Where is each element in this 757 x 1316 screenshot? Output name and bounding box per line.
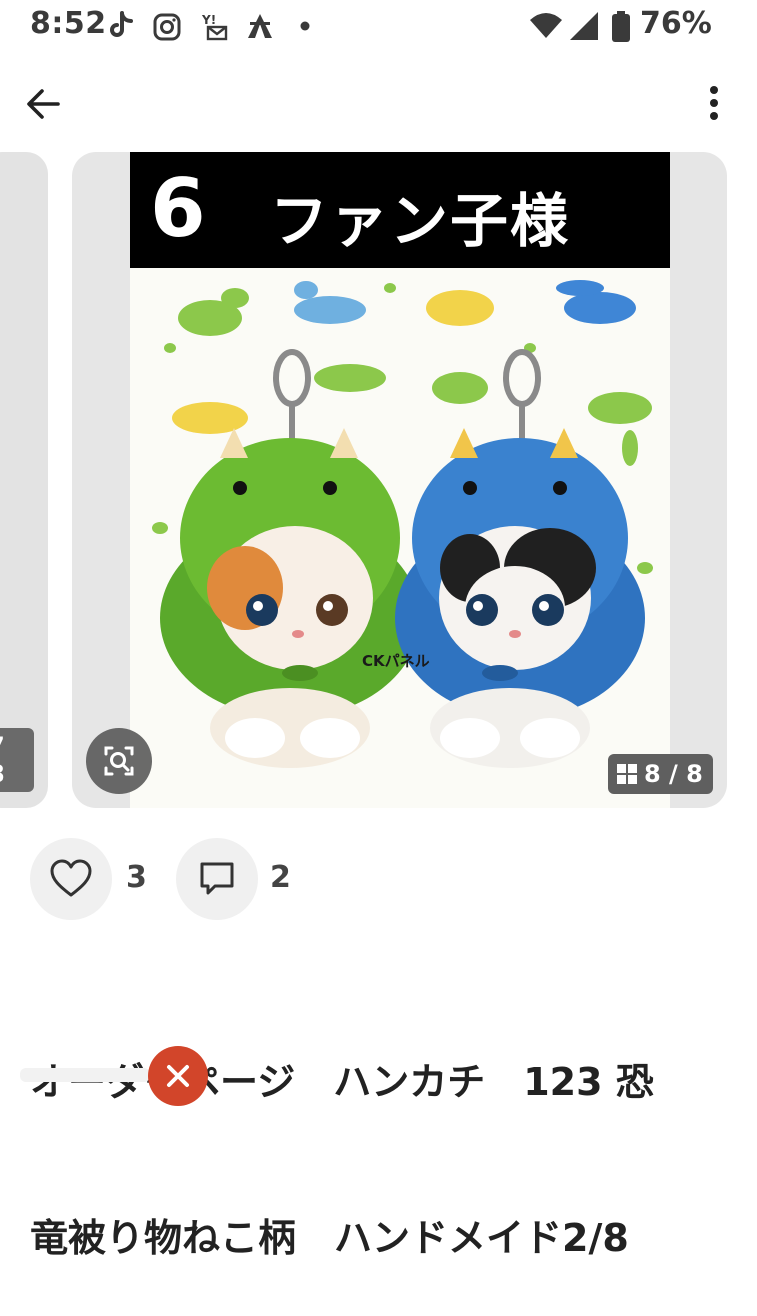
green-dino-kitten bbox=[160, 428, 420, 768]
top-app-bar bbox=[0, 70, 757, 134]
arrow-left-icon bbox=[27, 89, 60, 119]
battery-percent: 76% bbox=[640, 6, 712, 41]
grid-icon bbox=[617, 764, 637, 784]
image-heading: ファン子様 bbox=[270, 187, 571, 255]
comment-count: 2 bbox=[270, 860, 291, 895]
battery-icon bbox=[612, 11, 630, 42]
tiktok-icon bbox=[110, 11, 133, 37]
item-title: オーダーページ ハンカチ 123 恐 竜被り物ねこ柄 ハンドメイド2/8 bbox=[30, 952, 730, 1316]
yahoo-mail-icon: Y! bbox=[201, 13, 228, 41]
camp-icon bbox=[248, 14, 272, 38]
more-vert-icon bbox=[710, 86, 718, 120]
image-counter-badge: 8 / 8 bbox=[608, 754, 713, 794]
image-header-band: 6 ファン子様 bbox=[130, 152, 670, 268]
comment-button[interactable] bbox=[176, 838, 258, 920]
instagram-icon bbox=[153, 13, 181, 41]
kittens-illustration bbox=[152, 280, 653, 768]
blue-dino-kitten bbox=[395, 428, 645, 768]
item-title-line-2: 竜被り物ねこ柄 ハンドメイド2/8 bbox=[30, 1216, 629, 1260]
visual-search-icon bbox=[104, 746, 134, 776]
more-options-button[interactable] bbox=[694, 82, 734, 126]
wifi-icon bbox=[530, 13, 562, 38]
dot-icon bbox=[300, 21, 310, 31]
current-image-card[interactable]: 6 ファン子様 CKパネル 8 / 8 bbox=[72, 152, 727, 808]
product-image: 6 ファン子様 CKパネル bbox=[130, 152, 670, 808]
image-carousel[interactable]: 7 8 6 ファン子様 bbox=[0, 152, 757, 812]
previous-image-counter: 7 8 bbox=[0, 728, 34, 792]
image-order-number: 6 bbox=[150, 162, 206, 255]
svg-text:Y!: Y! bbox=[201, 13, 216, 27]
keychain-hooks bbox=[273, 349, 541, 443]
like-button[interactable] bbox=[30, 838, 112, 920]
status-time: 8:52 bbox=[30, 6, 107, 41]
item-title-line-1: オーダーページ ハンカチ 123 恐 bbox=[30, 1060, 654, 1104]
heart-icon bbox=[50, 859, 92, 897]
comment-icon bbox=[200, 862, 234, 895]
close-button[interactable] bbox=[148, 1046, 208, 1106]
visual-search-button[interactable] bbox=[86, 728, 152, 794]
image-watermark: CKパネル bbox=[362, 652, 430, 670]
status-bar: 8:52 Y! 76% bbox=[0, 0, 757, 52]
previous-image-card[interactable]: 7 8 bbox=[0, 152, 48, 808]
back-button[interactable] bbox=[22, 82, 66, 126]
image-counter-text: 8 / 8 bbox=[644, 760, 703, 788]
like-count: 3 bbox=[126, 860, 147, 895]
signal-icon bbox=[570, 12, 598, 40]
close-icon bbox=[167, 1065, 189, 1087]
